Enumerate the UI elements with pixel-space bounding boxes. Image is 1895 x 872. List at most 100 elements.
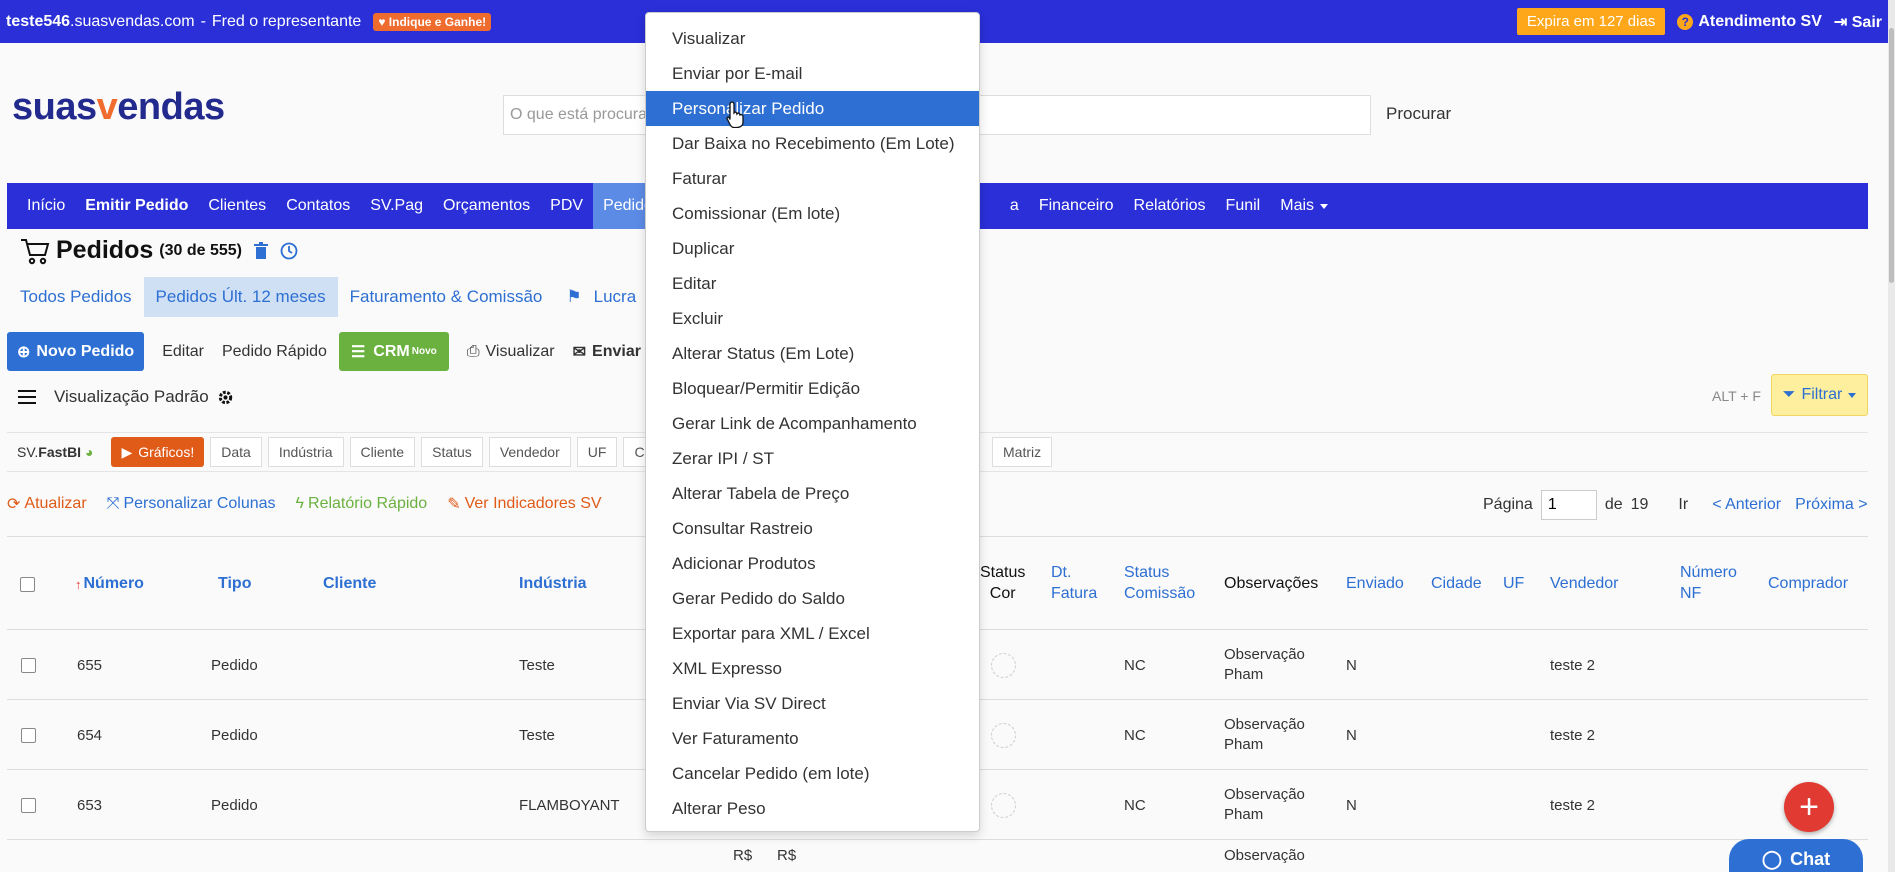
chat-button[interactable]: ◯ Chat xyxy=(1729,839,1863,872)
th-status-cor[interactable]: Status Cor xyxy=(980,537,1025,631)
fastbi-label[interactable]: SV.FastBI ◕ xyxy=(17,444,93,460)
nav-svpag[interactable]: SV.Pag xyxy=(360,183,433,229)
chip-data[interactable]: Data xyxy=(210,437,262,467)
chip-industria[interactable]: Indústria xyxy=(267,437,344,467)
nav-orcamentos[interactable]: Orçamentos xyxy=(433,183,540,229)
page-scrollbar[interactable] xyxy=(1888,0,1895,872)
enviar-button[interactable]: ✉ Enviar xyxy=(573,342,641,362)
th-numero[interactable]: ↑ Número xyxy=(75,537,144,631)
editar-button[interactable]: Editar xyxy=(162,343,204,361)
trash-icon[interactable] xyxy=(252,241,270,260)
clock-icon[interactable] xyxy=(280,242,298,260)
graficos-button[interactable]: ▶ Gráficos! xyxy=(111,437,205,467)
chip-cliente[interactable]: Cliente xyxy=(349,437,416,467)
nav-partial-a[interactable]: a xyxy=(1010,183,1029,229)
th-dt-fatura[interactable]: Dt. Fatura xyxy=(1051,537,1097,631)
th-vendedor[interactable]: Vendedor xyxy=(1550,537,1619,631)
th-comprador[interactable]: Comprador xyxy=(1768,537,1848,631)
filter-shortcut: ALT + F xyxy=(1712,388,1761,404)
menu-item[interactable]: Consultar Rastreio xyxy=(646,511,979,546)
site-domain[interactable]: teste546.suasvendas.com xyxy=(6,13,195,31)
th-numero-nf[interactable]: Número NF xyxy=(1680,537,1737,631)
nav-contatos[interactable]: Contatos xyxy=(276,183,360,229)
th-industria[interactable]: Indústria xyxy=(519,537,587,631)
chip-vendedor[interactable]: Vendedor xyxy=(488,437,571,467)
table-row[interactable]: R$ R$ Observação xyxy=(7,840,1868,872)
personalizar-colunas-link[interactable]: ⤧ Personalizar Colunas xyxy=(107,495,276,513)
tab-lucra[interactable]: ⚑ Lucra xyxy=(554,277,648,317)
scrollbar-thumb[interactable] xyxy=(1889,28,1894,283)
novo-pedido-button[interactable]: ⊕ Novo Pedido xyxy=(7,332,145,371)
proxima-link[interactable]: Próxima > xyxy=(1795,496,1867,514)
nav-relatorios[interactable]: Relatórios xyxy=(1124,183,1216,229)
menu-item[interactable]: Zerar IPI / ST xyxy=(646,441,979,476)
th-cidade[interactable]: Cidade xyxy=(1431,537,1482,631)
cell-comissao: NC xyxy=(1124,796,1146,814)
menu-item[interactable]: Bloquear/Permitir Edição xyxy=(646,371,979,406)
menu-item[interactable]: Faturar xyxy=(646,161,979,196)
nav-emitir-pedido[interactable]: Emitir Pedido xyxy=(75,183,198,229)
menu-item[interactable]: XML Expresso xyxy=(646,651,979,686)
ir-button[interactable]: Ir xyxy=(1678,496,1688,514)
row-checkbox[interactable] xyxy=(21,770,36,840)
chip-matriz[interactable]: Matriz xyxy=(992,437,1053,467)
th-uf[interactable]: UF xyxy=(1503,537,1524,631)
nav-clientes[interactable]: Clientes xyxy=(198,183,276,229)
nav-pdv[interactable]: PDV xyxy=(540,183,593,229)
indique-button[interactable]: ♥ Indique e Ganhe! xyxy=(373,12,492,31)
page-input[interactable] xyxy=(1540,490,1597,520)
menu-item[interactable]: Alterar Peso xyxy=(646,791,979,826)
add-fab-button[interactable]: + xyxy=(1784,782,1834,832)
nav-funil[interactable]: Funil xyxy=(1216,183,1271,229)
atendimento-link[interactable]: ? Atendimento SV xyxy=(1677,13,1822,31)
menu-item[interactable]: Dar Baixa no Recebimento (Em Lote) xyxy=(646,126,979,161)
menu-item[interactable]: Enviar por E-mail xyxy=(646,56,979,91)
menu-item[interactable]: Gerar Link de Acompanhamento xyxy=(646,406,979,441)
menu-item[interactable]: Enviar Via SV Direct xyxy=(646,686,979,721)
menu-item[interactable]: Personalizar Pedido xyxy=(646,91,979,126)
tab-ultimos-12-meses[interactable]: Pedidos Últ. 12 meses xyxy=(143,277,338,317)
menu-item[interactable]: Exportar para XML / Excel xyxy=(646,616,979,651)
row-checkbox[interactable] xyxy=(21,700,36,770)
gear-icon[interactable] xyxy=(217,389,234,406)
menu-item[interactable]: Alterar Status (Em Lote) xyxy=(646,336,979,371)
hamburger-icon[interactable] xyxy=(18,390,36,404)
menu-item[interactable]: Comissionar (Em lote) xyxy=(646,196,979,231)
nav-financeiro[interactable]: Financeiro xyxy=(1029,183,1124,229)
nav-mais[interactable]: Mais xyxy=(1270,183,1338,229)
atualizar-link[interactable]: ⟳ Atualizar xyxy=(7,494,87,514)
ver-indicadores-link[interactable]: ✎ Ver Indicadores SV xyxy=(447,494,601,514)
th-enviado[interactable]: Enviado xyxy=(1346,537,1404,631)
view-label[interactable]: Visualização Padrão xyxy=(54,387,209,407)
menu-item[interactable]: Duplicar xyxy=(646,231,979,266)
th-tipo[interactable]: Tipo xyxy=(218,537,251,631)
menu-item[interactable]: Editar xyxy=(646,266,979,301)
menu-item[interactable]: Alterar Tabela de Preço xyxy=(646,476,979,511)
chip-uf[interactable]: UF xyxy=(576,437,618,467)
anterior-link[interactable]: < Anterior xyxy=(1712,496,1781,514)
menu-item[interactable]: Gerar Pedido do Saldo xyxy=(646,581,979,616)
sair-link[interactable]: ⇥ Sair xyxy=(1834,12,1882,32)
expira-badge[interactable]: Expira em 127 dias xyxy=(1516,8,1666,35)
nav-inicio[interactable]: Início xyxy=(17,183,75,229)
logo[interactable]: suasvendas xyxy=(12,86,225,129)
search-button[interactable]: Procurar xyxy=(1386,104,1451,124)
row-checkbox[interactable] xyxy=(21,630,36,700)
pedido-rapido-button[interactable]: Pedido Rápido xyxy=(222,343,327,361)
menu-item[interactable]: Cancelar Pedido (em lote) xyxy=(646,756,979,791)
filtrar-button[interactable]: ⏷ Filtrar xyxy=(1771,374,1868,416)
menu-item[interactable]: Adicionar Produtos xyxy=(646,546,979,581)
tab-faturamento-comissao[interactable]: Faturamento & Comissão xyxy=(338,277,555,317)
th-cliente[interactable]: Cliente xyxy=(323,537,376,631)
menu-item[interactable]: Visualizar xyxy=(646,21,979,56)
th-status-comissao[interactable]: Status Comissão xyxy=(1124,537,1195,631)
tab-todos-pedidos[interactable]: Todos Pedidos xyxy=(8,277,144,317)
crm-button[interactable]: ☰ CRM Novo xyxy=(338,332,449,371)
menu-item[interactable]: Ver Faturamento xyxy=(646,721,979,756)
th-observacoes[interactable]: Observações xyxy=(1224,537,1318,631)
chip-status[interactable]: Status xyxy=(421,437,483,467)
menu-item[interactable]: Excluir xyxy=(646,301,979,336)
visualizar-button[interactable]: ⎙ Visualizar xyxy=(467,343,555,361)
relatorio-rapido-link[interactable]: ϟ Relatório Rápido xyxy=(296,495,428,513)
select-all-checkbox[interactable] xyxy=(20,537,35,631)
